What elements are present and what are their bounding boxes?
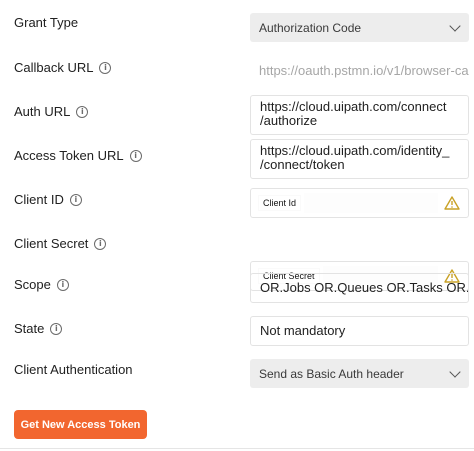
client-id-input[interactable]: Client Id xyxy=(250,188,469,218)
scope-label: Scope i xyxy=(14,277,69,292)
info-icon[interactable]: i xyxy=(69,193,82,206)
client-secret-label: Client Secret i xyxy=(14,236,107,251)
grant-type-label: Grant Type xyxy=(14,15,79,30)
callback-url-field: https://oauth.pstmn.io/v1/browser-ca xyxy=(259,63,469,78)
grant-type-select[interactable]: Authorization Code xyxy=(250,13,469,42)
get-new-access-token-button[interactable]: Get New Access Token xyxy=(14,410,147,439)
state-label: State i xyxy=(14,321,63,336)
info-icon[interactable]: i xyxy=(56,278,69,291)
client-authentication-label: Client Authentication xyxy=(14,362,133,377)
info-icon[interactable]: i xyxy=(94,237,107,250)
chevron-down-icon xyxy=(449,19,461,32)
auth-url-input[interactable]: https://cloud.uipath.com/connect /author… xyxy=(250,95,469,135)
scope-input[interactable]: OR.Jobs OR.Queues OR.Tasks OR.Fo... xyxy=(250,273,469,303)
client-id-label: Client ID i xyxy=(14,192,82,207)
warning-icon xyxy=(444,196,460,210)
auth-url-label: Auth URL i xyxy=(14,104,89,119)
chevron-down-icon xyxy=(449,365,461,378)
access-token-url-label: Access Token URL i xyxy=(14,148,142,163)
info-icon[interactable]: i xyxy=(50,322,63,335)
info-icon[interactable]: i xyxy=(129,149,142,162)
divider xyxy=(0,448,474,449)
state-input[interactable]: Not mandatory xyxy=(250,316,469,346)
callback-url-label: Callback URL i xyxy=(14,60,112,75)
client-authentication-select[interactable]: Send as Basic Auth header xyxy=(250,359,469,388)
info-icon[interactable]: i xyxy=(99,61,112,74)
access-token-url-input[interactable]: https://cloud.uipath.com/identity_ /conn… xyxy=(250,139,469,179)
info-icon[interactable]: i xyxy=(76,105,89,118)
